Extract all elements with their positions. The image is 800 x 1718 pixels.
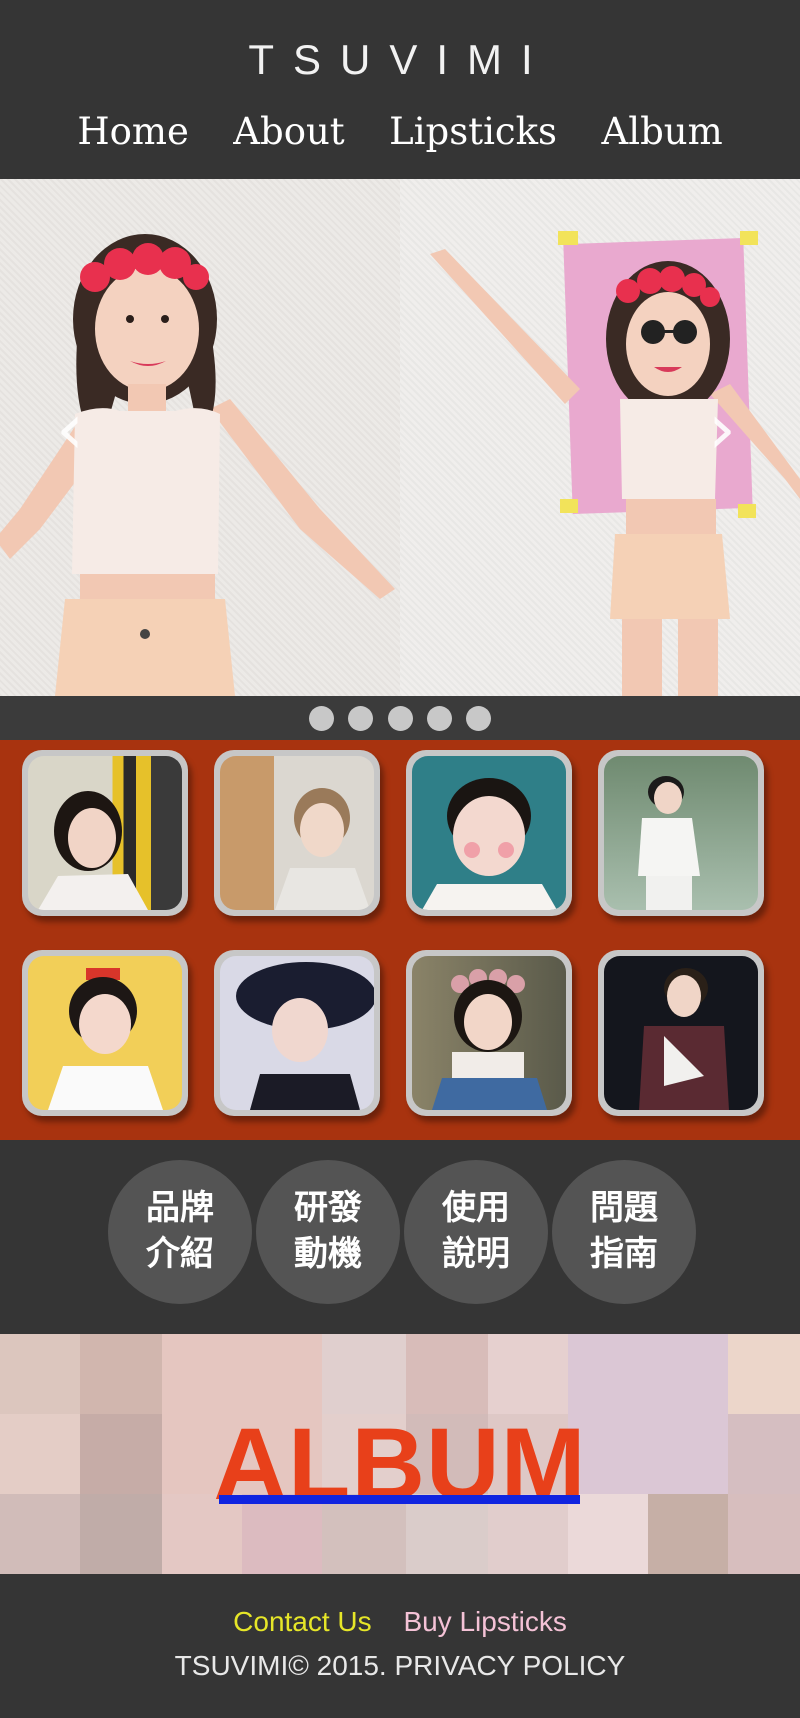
buy-lipsticks-link[interactable]: Buy Lipsticks	[403, 1606, 566, 1637]
album-banner[interactable]: ALBUM	[0, 1334, 800, 1574]
grid-thumb-3[interactable]	[406, 750, 572, 916]
grid-thumb-2[interactable]	[214, 750, 380, 916]
site-logo[interactable]: TSUVIMI	[0, 36, 800, 84]
slider-prev-button[interactable]: ‹	[40, 389, 100, 469]
nav-lipsticks[interactable]: Lipsticks	[389, 110, 557, 153]
brand-intro-line2: 介紹	[146, 1234, 214, 1274]
album-title[interactable]: ALBUM	[0, 1406, 800, 1523]
development-motive-button[interactable]: 研發 動機	[256, 1160, 400, 1304]
slider-dot-1[interactable]	[308, 706, 334, 731]
site-footer: Contact Us Buy Lipsticks TSUVIMI© 2015. …	[0, 1574, 800, 1718]
grid-thumb-6[interactable]	[214, 950, 380, 1116]
usage-guide-line1: 使用	[442, 1188, 510, 1228]
slider-dot-3[interactable]	[387, 706, 413, 731]
site-header: TSUVIMI Home About Lipsticks Album	[0, 0, 800, 179]
grid-thumb-4[interactable]	[598, 750, 764, 916]
contact-us-link[interactable]: Contact Us	[233, 1606, 372, 1637]
slider-pagination	[0, 696, 800, 740]
faq-guide-line1: 問題	[590, 1188, 658, 1228]
grid-thumb-8[interactable]	[598, 950, 764, 1116]
photo-grid	[0, 740, 800, 1140]
grid-thumb-7[interactable]	[406, 950, 572, 1116]
album-underline	[219, 1495, 580, 1504]
grid-thumb-5[interactable]	[22, 950, 188, 1116]
nav-about[interactable]: About	[233, 110, 344, 153]
usage-guide-line2: 說明	[442, 1234, 510, 1274]
brand-intro-line1: 品牌	[146, 1188, 214, 1228]
grid-thumb-1[interactable]	[22, 750, 188, 916]
usage-guide-button[interactable]: 使用 說明	[404, 1160, 548, 1304]
nav-home[interactable]: Home	[77, 110, 189, 153]
hero-slider: ‹ ›	[0, 179, 800, 696]
development-motive-line1: 研發	[294, 1188, 362, 1228]
footer-links: Contact Us Buy Lipsticks	[0, 1606, 800, 1638]
copyright-text: TSUVIMI© 2015. PRIVACY POLICY	[174, 1650, 626, 1681]
development-motive-line2: 動機	[294, 1234, 362, 1274]
brand-intro-button[interactable]: 品牌 介紹	[108, 1160, 252, 1304]
slider-dot-5[interactable]	[466, 706, 492, 731]
main-nav: Home About Lipsticks Album	[0, 110, 800, 153]
chevron-left-icon: ‹	[56, 388, 84, 470]
slider-dot-4[interactable]	[426, 706, 452, 731]
slider-dot-2[interactable]	[348, 706, 374, 731]
info-buttons: 品牌 介紹 研發 動機 使用 說明 問題 指南	[0, 1140, 800, 1334]
slider-next-button[interactable]: ›	[692, 389, 752, 469]
nav-album[interactable]: Album	[602, 110, 723, 153]
chevron-right-icon: ›	[708, 388, 736, 470]
faq-guide-button[interactable]: 問題 指南	[552, 1160, 696, 1304]
faq-guide-line2: 指南	[590, 1234, 658, 1274]
